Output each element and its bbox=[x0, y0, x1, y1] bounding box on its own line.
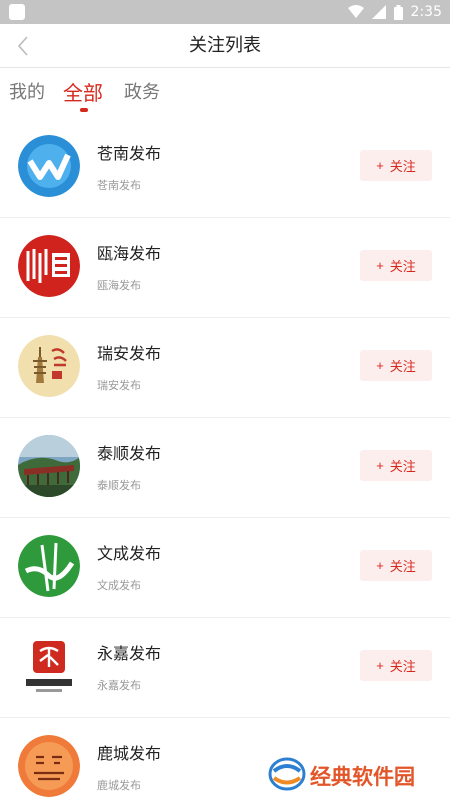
tab-bar: 我的 全部 政务 bbox=[0, 68, 450, 118]
nav-bar: 关注列表 bbox=[0, 24, 450, 68]
watermark-logo-icon bbox=[268, 757, 306, 795]
account-name: 泰顺发布 bbox=[97, 444, 162, 463]
active-tab-indicator bbox=[80, 108, 88, 112]
follow-button[interactable]: + 关注 bbox=[360, 450, 432, 481]
tab-government[interactable]: 政务 bbox=[124, 78, 160, 104]
tab-mine[interactable]: 我的 bbox=[9, 78, 45, 104]
follow-label: 关注 bbox=[389, 259, 416, 274]
account-name: 鹿城发布 bbox=[97, 744, 162, 763]
watermark-text: 经典软件园 bbox=[310, 765, 415, 789]
account-subtitle: 苍南发布 bbox=[97, 179, 141, 192]
follow-button[interactable]: + 关注 bbox=[360, 150, 432, 181]
list-item[interactable]: 瓯海发布 瓯海发布 + 关注 bbox=[0, 218, 450, 318]
account-subtitle: 文成发布 bbox=[97, 579, 141, 592]
plus-icon: + bbox=[376, 258, 384, 273]
account-name: 瑞安发布 bbox=[97, 344, 162, 363]
account-name: 永嘉发布 bbox=[97, 644, 162, 663]
status-time: 2:35 bbox=[410, 4, 442, 20]
tab-all[interactable]: 全部 bbox=[63, 77, 103, 106]
account-name: 瓯海发布 bbox=[97, 244, 162, 263]
list-item[interactable]: 苍南发布 苍南发布 + 关注 bbox=[0, 118, 450, 218]
taishun-photo-icon bbox=[18, 435, 80, 497]
follow-button[interactable]: + 关注 bbox=[360, 550, 432, 581]
battery-icon bbox=[393, 4, 403, 20]
lucheng-logo-icon bbox=[18, 735, 80, 797]
status-bar: 2:35 bbox=[0, 0, 450, 24]
account-subtitle: 泰顺发布 bbox=[97, 479, 141, 492]
follow-label: 关注 bbox=[389, 459, 416, 474]
account-subtitle: 瑞安发布 bbox=[97, 379, 141, 392]
cangnan-logo-icon bbox=[18, 135, 80, 197]
wifi-icon bbox=[347, 5, 364, 19]
account-subtitle: 永嘉发布 bbox=[97, 679, 141, 692]
plus-icon: + bbox=[376, 458, 384, 473]
follow-button[interactable]: + 关注 bbox=[360, 650, 432, 681]
account-list: 苍南发布 苍南发布 + 关注 瓯海发布 瓯海发布 + 关注 瑞安发布 瑞安发布 … bbox=[0, 118, 450, 800]
ruian-logo-icon bbox=[18, 335, 80, 397]
list-item[interactable]: 永嘉发布 永嘉发布 + 关注 bbox=[0, 618, 450, 718]
follow-button[interactable]: + 关注 bbox=[360, 250, 432, 281]
follow-button[interactable]: + 关注 bbox=[360, 350, 432, 381]
account-subtitle: 鹿城发布 bbox=[97, 779, 141, 792]
plus-icon: + bbox=[376, 358, 384, 373]
plus-icon: + bbox=[376, 158, 384, 173]
plus-icon: + bbox=[376, 658, 384, 673]
yongjia-logo-icon bbox=[18, 635, 80, 697]
list-item[interactable]: 文成发布 文成发布 + 关注 bbox=[0, 518, 450, 618]
plus-icon: + bbox=[376, 558, 384, 573]
ouhai-logo-icon bbox=[18, 235, 80, 297]
list-item[interactable]: 泰顺发布 泰顺发布 + 关注 bbox=[0, 418, 450, 518]
account-name: 文成发布 bbox=[97, 544, 162, 563]
follow-label: 关注 bbox=[389, 359, 416, 374]
follow-label: 关注 bbox=[389, 659, 416, 674]
account-name: 苍南发布 bbox=[97, 144, 162, 163]
watermark: 经典软件园 bbox=[268, 757, 415, 795]
list-item[interactable]: 瑞安发布 瑞安发布 + 关注 bbox=[0, 318, 450, 418]
notification-icon bbox=[9, 4, 25, 20]
page-title: 关注列表 bbox=[189, 35, 261, 56]
signal-icon bbox=[371, 5, 386, 19]
account-subtitle: 瓯海发布 bbox=[97, 279, 141, 292]
follow-label: 关注 bbox=[389, 559, 416, 574]
follow-label: 关注 bbox=[389, 159, 416, 174]
wencheng-logo-icon bbox=[18, 535, 80, 597]
